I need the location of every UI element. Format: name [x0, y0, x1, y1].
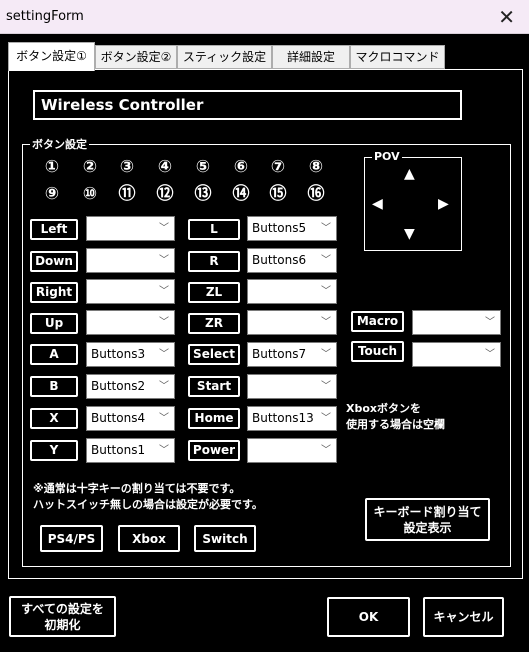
chevron-down-icon: ﹀	[159, 381, 169, 392]
button-number: ⑮	[269, 184, 287, 204]
button-number: ⑧	[308, 157, 324, 177]
start-mapping-select[interactable]: ﹀	[247, 374, 337, 399]
x-mapping-select[interactable]: Buttons4 ﹀	[86, 406, 175, 431]
l-button-label[interactable]: L	[188, 219, 240, 240]
chevron-down-icon: ﹀	[321, 255, 331, 266]
touch-button-label[interactable]: Touch	[351, 341, 404, 362]
zl-mapping-select[interactable]: ﹀	[247, 279, 337, 304]
pov-right-arrow-icon: ▶	[438, 196, 449, 212]
button-number: ⑯	[307, 184, 325, 204]
x-button-label[interactable]: X	[30, 408, 78, 429]
y-mapping-select[interactable]: Buttons1 ﹀	[86, 438, 175, 463]
button-number: ⑨	[44, 184, 60, 204]
cancel-button[interactable]: キャンセル	[423, 597, 504, 637]
dpad-note: ※通常は十字キーの割り当ては不要です。 ハットスイッチ無しの場合は設定が必要です…	[33, 482, 263, 511]
tab-button-settings-2[interactable]: ボタン設定②	[95, 45, 177, 69]
left-button-label[interactable]: Left	[30, 219, 78, 240]
preset-ps4-button[interactable]: PS4/PS	[40, 525, 103, 552]
r-button-label[interactable]: R	[188, 251, 240, 272]
tab-macro-commands[interactable]: マクロコマンド	[350, 45, 445, 69]
chevron-down-icon: ﹀	[159, 286, 169, 297]
right-mapping-select[interactable]: ﹀	[86, 279, 175, 304]
chevron-down-icon: ﹀	[485, 349, 495, 360]
home-button-label[interactable]: Home	[188, 408, 240, 429]
r-mapping-select[interactable]: Buttons6 ﹀	[247, 248, 337, 273]
pov-down-arrow-icon: ▼	[404, 226, 415, 242]
close-icon[interactable]: ✕	[498, 5, 515, 29]
chevron-down-icon: ﹀	[159, 413, 169, 424]
up-button-label[interactable]: Up	[30, 313, 78, 334]
chevron-down-icon: ﹀	[159, 317, 169, 328]
power-button-label[interactable]: Power	[188, 440, 240, 461]
reset-all-settings-button[interactable]: すべての設定を 初期化	[9, 596, 116, 637]
button-number: ④	[157, 157, 173, 177]
zr-mapping-select[interactable]: ﹀	[247, 310, 337, 335]
macro-mapping-select[interactable]: ﹀	[412, 310, 501, 335]
chevron-down-icon: ﹀	[321, 381, 331, 392]
touch-mapping-select[interactable]: ﹀	[412, 342, 501, 367]
y-button-label[interactable]: Y	[30, 440, 78, 461]
pov-up-arrow-icon: ▲	[404, 166, 415, 182]
button-number: ⑦	[270, 157, 286, 177]
select-mapping-select[interactable]: Buttons7 ﹀	[247, 342, 337, 367]
button-number: ⑪	[118, 184, 136, 204]
preset-switch-button[interactable]: Switch	[194, 525, 256, 552]
right-button-label[interactable]: Right	[30, 282, 78, 303]
button-number: ⑫	[156, 184, 174, 204]
chevron-down-icon: ﹀	[159, 223, 169, 234]
button-number: ①	[44, 157, 60, 177]
select-button-label[interactable]: Select	[188, 344, 240, 365]
button-number: ⑩	[82, 184, 98, 204]
button-number: ⑤	[195, 157, 211, 177]
button-number: ⑥	[233, 157, 249, 177]
a-mapping-select[interactable]: Buttons3 ﹀	[86, 342, 175, 367]
tab-strip: ボタン設定① ボタン設定② スティック設定 詳細設定 マクロコマンド	[0, 34, 529, 71]
tab-stick-settings[interactable]: スティック設定	[177, 45, 272, 69]
b-mapping-select[interactable]: Buttons2 ﹀	[86, 374, 175, 399]
home-mapping-select[interactable]: Buttons13 ﹀	[247, 406, 337, 431]
button-number: ⑬	[194, 184, 212, 204]
preset-xbox-button[interactable]: Xbox	[118, 525, 180, 552]
zl-button-label[interactable]: ZL	[188, 282, 240, 303]
button-settings-group-label: ボタン設定	[30, 136, 89, 152]
chevron-down-icon: ﹀	[159, 445, 169, 456]
chevron-down-icon: ﹀	[321, 349, 331, 360]
tab-detail-settings[interactable]: 詳細設定	[272, 45, 350, 69]
button-number: ②	[82, 157, 98, 177]
l-mapping-select[interactable]: Buttons5 ﹀	[247, 216, 337, 241]
chevron-down-icon: ﹀	[321, 445, 331, 456]
down-button-label[interactable]: Down	[30, 251, 78, 272]
chevron-down-icon: ﹀	[159, 349, 169, 360]
button-number: ⑭	[232, 184, 250, 204]
title-bar: settingForm ✕	[0, 0, 529, 34]
pov-left-arrow-icon: ◀	[372, 196, 383, 212]
pov-label: POV	[372, 150, 402, 163]
chevron-down-icon: ﹀	[485, 317, 495, 328]
keyboard-mapping-button[interactable]: キーボード割り当て 設定表示	[365, 498, 490, 541]
chevron-down-icon: ﹀	[321, 286, 331, 297]
zr-button-label[interactable]: ZR	[188, 313, 240, 334]
controller-name-field: Wireless Controller	[33, 90, 462, 120]
up-mapping-select[interactable]: ﹀	[86, 310, 175, 335]
chevron-down-icon: ﹀	[321, 413, 331, 424]
chevron-down-icon: ﹀	[159, 255, 169, 266]
xbox-button-note: Xboxボタンを 使用する場合は空欄	[346, 402, 445, 431]
chevron-down-icon: ﹀	[321, 223, 331, 234]
macro-button-label[interactable]: Macro	[351, 311, 404, 332]
b-button-label[interactable]: B	[30, 376, 78, 397]
window-title: settingForm	[6, 9, 84, 24]
down-mapping-select[interactable]: ﹀	[86, 248, 175, 273]
start-button-label[interactable]: Start	[188, 376, 240, 397]
chevron-down-icon: ﹀	[321, 317, 331, 328]
button-number: ③	[119, 157, 135, 177]
left-mapping-select[interactable]: ﹀	[86, 216, 175, 241]
a-button-label[interactable]: A	[30, 344, 78, 365]
ok-button[interactable]: OK	[327, 597, 410, 637]
power-mapping-select[interactable]: ﹀	[247, 438, 337, 463]
tab-button-settings-1[interactable]: ボタン設定①	[8, 42, 95, 71]
